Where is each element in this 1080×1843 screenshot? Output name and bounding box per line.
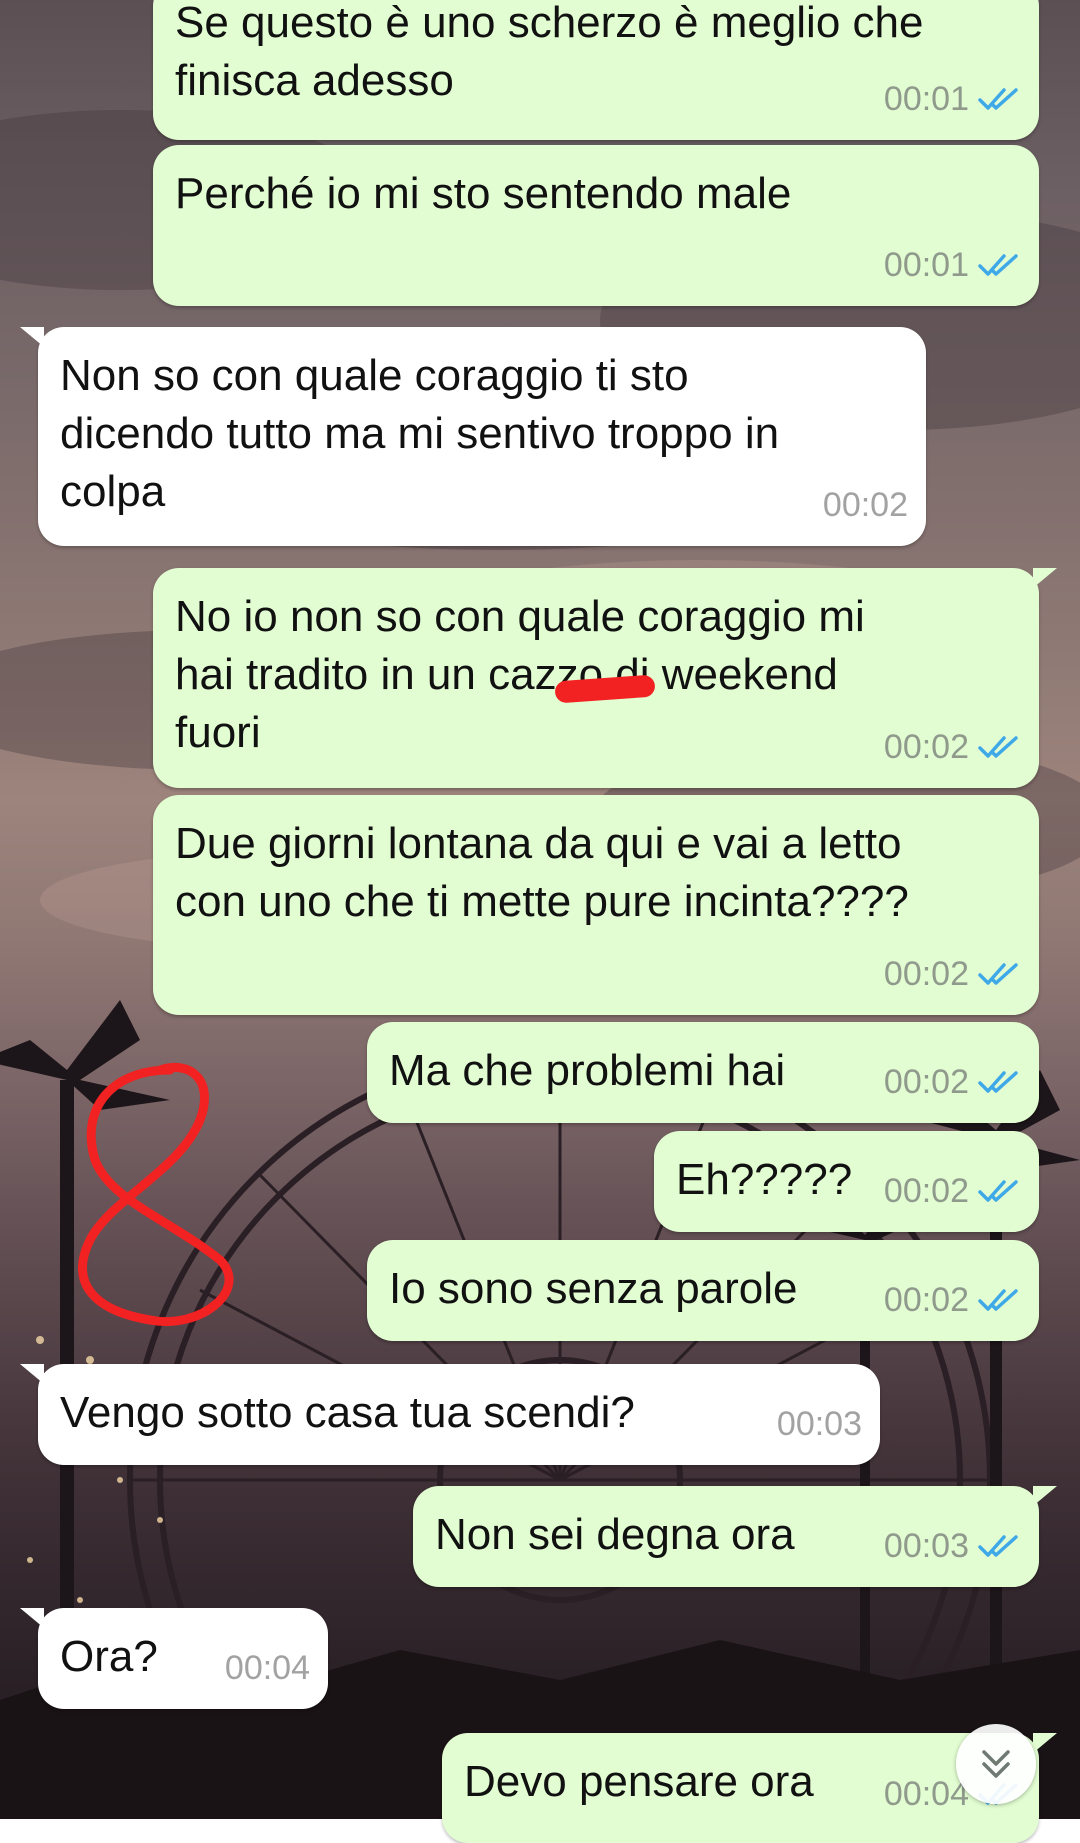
bubble-tail	[1033, 568, 1057, 588]
message-bubble-outgoing[interactable]: Due giorni lontana da qui e vai a letto …	[153, 795, 1039, 1015]
message-time: 00:02	[883, 1063, 969, 1101]
message-time: 00:03	[776, 1405, 862, 1443]
bubble-tail	[20, 327, 44, 347]
message-bubble-outgoing[interactable]: Eh????? 00:02	[654, 1131, 1039, 1232]
double-check-icon	[978, 736, 1018, 758]
double-check-icon	[978, 1535, 1018, 1557]
message-bubble-outgoing[interactable]: Devo pensare ora 00:04	[442, 1733, 1057, 1843]
message-meta: 00:02	[884, 945, 1021, 1003]
double-check-icon	[978, 963, 1018, 985]
message-meta: 00:02	[884, 1162, 1021, 1220]
message-time: 00:02	[883, 728, 969, 766]
bubble-tail	[20, 1364, 44, 1384]
message-text: Vengo sotto casa tua scendi?	[60, 1388, 635, 1437]
message-meta: 00:02	[884, 718, 1021, 776]
red-scribble-annotation	[78, 1062, 234, 1326]
message-meta: 00:04	[225, 1639, 310, 1697]
message-bubble-outgoing[interactable]: Ma che problemi hai 00:02	[367, 1022, 1039, 1123]
message-time: 00:02	[822, 486, 908, 524]
message-bubble-incoming[interactable]: Ora? 00:04	[20, 1608, 328, 1709]
message-text: Non so con quale coraggio ti sto dicendo…	[60, 351, 780, 516]
message-meta: 00:02	[823, 476, 908, 534]
message-bubble-incoming[interactable]: Non so con quale coraggio ti sto dicendo…	[20, 327, 926, 546]
double-chevron-down-icon	[982, 1750, 1010, 1778]
message-time: 00:02	[883, 1172, 969, 1210]
double-check-icon	[978, 1071, 1018, 1093]
double-check-icon	[978, 1180, 1018, 1202]
message-text: Perché io mi sto sentendo male	[175, 169, 792, 218]
double-check-icon	[978, 88, 1018, 110]
message-time: 00:01	[883, 246, 969, 284]
message-time: 00:02	[883, 1281, 969, 1319]
message-meta: 00:03	[884, 1517, 1021, 1575]
scroll-down-button[interactable]	[956, 1724, 1036, 1804]
message-meta: 00:03	[777, 1395, 862, 1453]
message-bubble-outgoing[interactable]: Se questo è uno scherzo è meglio che fin…	[153, 0, 1039, 140]
bubble-tail	[20, 1608, 44, 1628]
double-check-icon	[978, 254, 1018, 276]
message-text: Due giorni lontana da qui e vai a letto …	[175, 819, 909, 926]
message-time: 00:04	[224, 1649, 310, 1687]
message-bubble-outgoing[interactable]: Io sono senza parole 00:02	[367, 1240, 1039, 1341]
message-time: 00:03	[883, 1527, 969, 1565]
bubble-tail	[1033, 1733, 1057, 1753]
message-bubble-incoming[interactable]: Vengo sotto casa tua scendi? 00:03	[20, 1364, 880, 1465]
message-time: 00:01	[883, 80, 969, 118]
message-meta: 00:02	[884, 1271, 1021, 1329]
message-meta: 00:01	[884, 70, 1021, 128]
message-bubble-outgoing[interactable]: Non sei degna ora 00:03	[413, 1486, 1057, 1587]
double-check-icon	[978, 1289, 1018, 1311]
bubble-tail	[1033, 1486, 1057, 1506]
message-meta: 00:02	[884, 1053, 1021, 1111]
message-bubble-outgoing[interactable]: Perché io mi sto sentendo male 00:01	[153, 145, 1039, 306]
message-time: 00:02	[883, 955, 969, 993]
message-meta: 00:01	[884, 236, 1021, 294]
